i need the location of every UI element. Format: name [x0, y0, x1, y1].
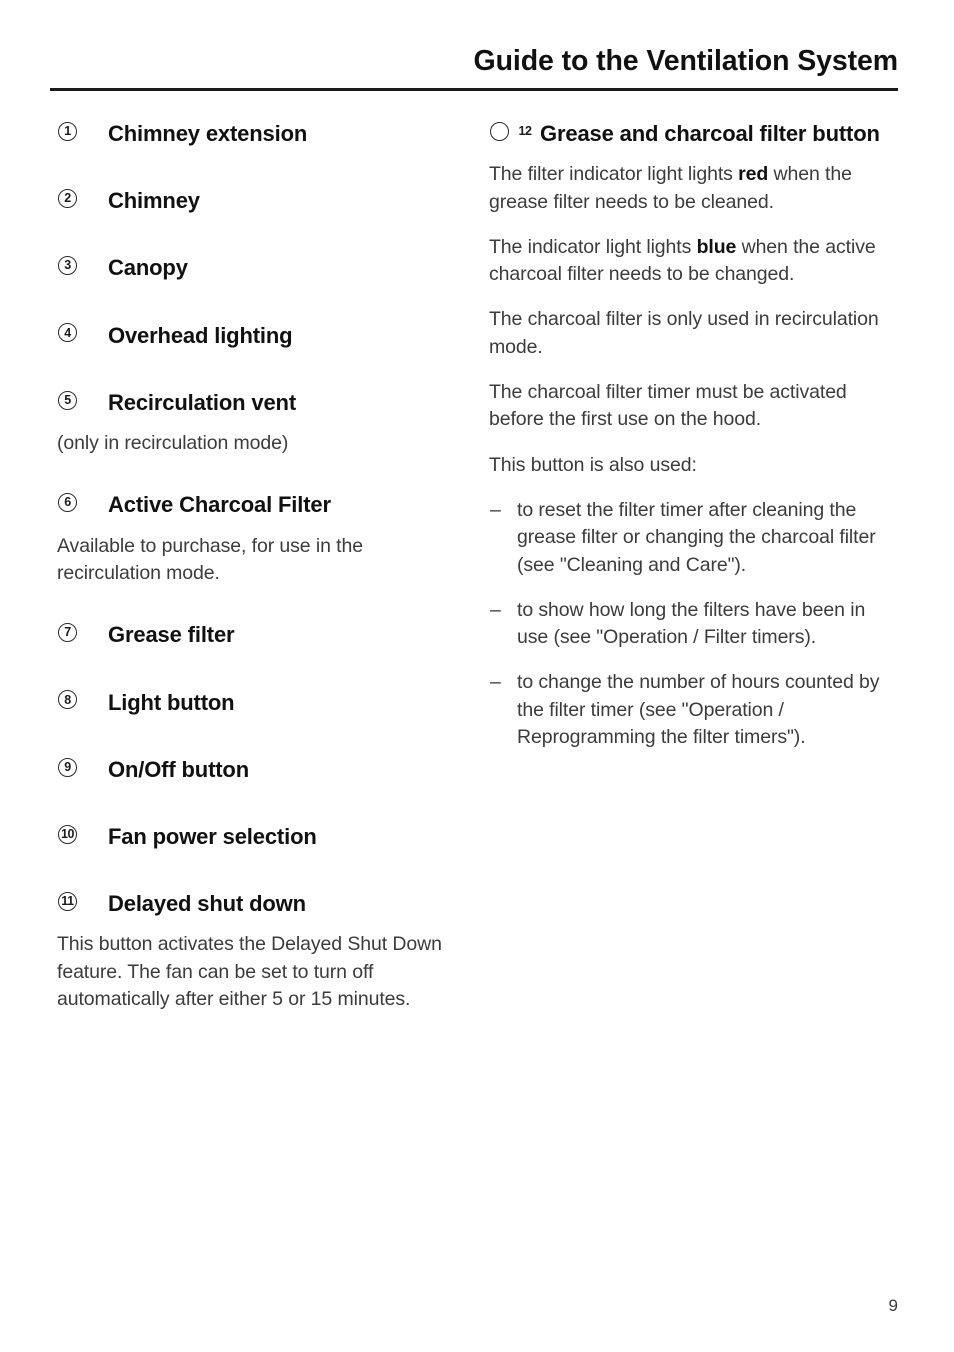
list-item-label: Chimney extension [108, 121, 308, 146]
dash-bullet-icon: – [490, 671, 501, 694]
list-item-label: to show how long the filters have been i… [517, 598, 866, 649]
list-item-reset-filter-timer: – to reset the filter timer after cleanin… [489, 497, 898, 579]
circled-number-icon: 10 [58, 824, 77, 844]
list-item-chimney: 2 Chimney [57, 185, 469, 216]
list-item-label: Grease filter [108, 622, 235, 648]
left-column: 1 Chimney extension 2 Chimney 3 Canopy 4… [57, 118, 469, 1013]
list-item-label: Fan power selection [108, 824, 317, 849]
list-item-label: Active Charcoal Filter [108, 492, 331, 518]
circled-number-icon: 7 [58, 623, 77, 643]
page-footer: 9 [50, 1296, 898, 1316]
paragraph-charcoal-timer-activation: The charcoal filter timer must be activa… [489, 381, 847, 431]
note-delayed-shut-down: This button activates the Delayed Shut D… [57, 933, 442, 1011]
paragraph-charcoal-recirculation-only: The charcoal filter is only used in reci… [489, 308, 879, 358]
list-item-chimney-extension: 1 Chimney extension [57, 118, 469, 149]
list-item-label: Light button [108, 689, 235, 715]
paragraph-text-before: The indicator light lights [489, 235, 697, 258]
circled-number-icon: 4 [58, 323, 77, 343]
document-page: Guide to the Ventilation System 1 Chimne… [0, 0, 954, 1352]
emphasis-blue: blue [696, 235, 737, 258]
list-item-grease-filter: 7 Grease filter [57, 619, 469, 650]
list-item-change-timer-hours: – to change the number of hours counted b… [489, 669, 898, 751]
list-item-delayed-shut-down: 11 Delayed shut down [57, 888, 469, 919]
list-item-label: to reset the filter timer after cleaning… [517, 498, 876, 576]
circled-number-icon: 9 [58, 757, 77, 777]
circled-number-icon: 11 [58, 891, 77, 911]
list-item-label: to change the number of hours counted by… [517, 671, 880, 748]
circled-number-icon: 2 [58, 188, 77, 208]
right-column: 12 Grease and charcoal filter button The… [489, 118, 898, 751]
paragraph-text-before: The filter indicator light lights [489, 163, 739, 186]
paragraph-filter-indicator-red: The filter indicator light lights red wh… [489, 161, 898, 216]
circled-number-icon: 5 [58, 390, 77, 410]
list-item-label: Canopy [108, 255, 188, 281]
header-divider [50, 87, 898, 91]
dash-bullet-icon: – [490, 598, 501, 621]
list-item-label: Chimney [108, 188, 200, 214]
list-item-active-charcoal-filter: 6 Active Charcoal Filter [57, 489, 469, 520]
circled-number-icon: 3 [58, 256, 77, 276]
list-item-show-filter-usage: – to show how long the filters have been … [489, 597, 898, 652]
circled-number-icon: 6 [58, 493, 77, 513]
list-item-light-button: 8 Light button [57, 687, 469, 718]
dash-bullet-icon: – [490, 498, 501, 521]
paragraph-filter-indicator-blue: The indicator light lights blue when the… [489, 234, 898, 289]
list-item-on-off-button: 9 On/Off button [57, 754, 469, 785]
list-item-label: Delayed shut down [108, 891, 306, 917]
paragraph-button-also-used: This button is also used: [489, 453, 697, 476]
page-header: Guide to the Ventilation System [50, 45, 899, 91]
emphasis-red: red [738, 163, 769, 186]
list-item-recirculation-vent: 5 Recirculation vent [57, 387, 469, 418]
list-item-label: Recirculation vent [108, 389, 297, 415]
list-item-canopy: 3 Canopy [57, 252, 469, 283]
circled-number-icon: 1 [58, 121, 77, 141]
page-number: 9 [888, 1296, 898, 1315]
list-item-grease-and-charcoal-filter-button: 12 Grease and charcoal filter button [489, 118, 898, 149]
circled-number-icon: 12 [490, 121, 532, 141]
list-item-label: Overhead lighting [108, 322, 293, 348]
list-item-label: On/Off button [108, 756, 249, 782]
note-recirculation-vent: (only in recirculation mode) [57, 432, 289, 455]
note-active-charcoal-filter: Available to purchase, for use in the re… [57, 534, 363, 584]
page-title: Guide to the Ventilation System [473, 45, 899, 77]
list-item-label: Grease and charcoal filter button [540, 121, 880, 146]
circled-number-icon: 8 [58, 690, 77, 710]
list-item-overhead-lighting: 4 Overhead lighting [57, 320, 469, 351]
list-item-fan-power-selection: 10 Fan power selection [57, 821, 469, 852]
